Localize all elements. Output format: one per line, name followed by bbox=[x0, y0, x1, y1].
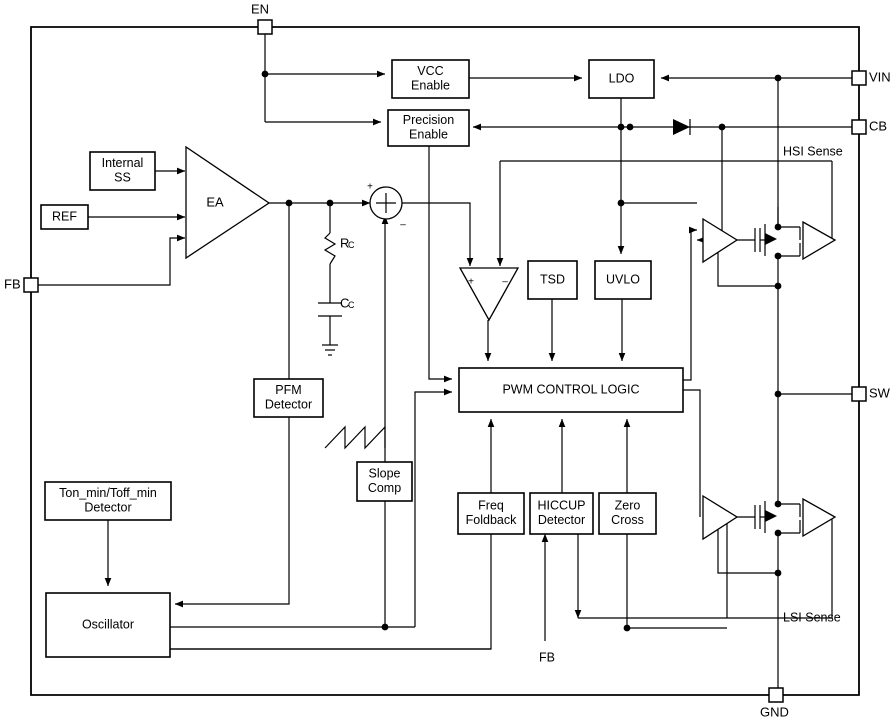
error-amplifier: EA bbox=[185, 145, 271, 260]
pin-fb[interactable]: FB bbox=[4, 276, 39, 293]
block-label-internal_ss: SS bbox=[114, 171, 131, 185]
pin-label-fb: FB bbox=[4, 276, 21, 291]
block-label-ton_toff: Detector bbox=[84, 501, 131, 515]
block-label-oscillator: Oscillator bbox=[82, 617, 134, 631]
block-label-freq_fold: Foldback bbox=[466, 513, 517, 527]
pin-gnd[interactable]: GND bbox=[760, 687, 789, 719]
pin-sw[interactable]: SW bbox=[851, 385, 891, 402]
pin-en[interactable]: EN bbox=[251, 1, 273, 35]
block-label-tsd: TSD bbox=[540, 272, 565, 286]
block-label-zero_cross: Cross bbox=[611, 513, 644, 527]
block-label-vcc_enable: VCC bbox=[417, 64, 443, 78]
block-zero_cross: ZeroCross bbox=[598, 492, 657, 535]
block-label-precision_en: Enable bbox=[409, 128, 448, 142]
comparator-plus-sign: + bbox=[468, 277, 474, 288]
sawtooth-waveform-icon bbox=[324, 425, 386, 450]
rc-subscript: C bbox=[348, 240, 355, 250]
pin-label-gnd: GND bbox=[760, 704, 789, 719]
blocks-layer: VCCEnableLDOPrecisionEnableInternalSSREF… bbox=[40, 59, 684, 658]
annotation-lsi_sense: LSI Sense bbox=[783, 610, 841, 624]
block-slope_comp: SlopeComp bbox=[356, 461, 413, 502]
bootstrap-diode-icon bbox=[673, 119, 691, 135]
comparator-minus-sign: – bbox=[502, 277, 508, 288]
annotation-fb_bottom: FB bbox=[539, 650, 555, 664]
ea-label: EA bbox=[206, 194, 224, 209]
block-ldo: LDO bbox=[588, 59, 655, 99]
pwm-comparator: + – bbox=[458, 267, 520, 322]
block-label-uvlo: UVLO bbox=[606, 272, 640, 286]
functional-block-diagram: EA R C C C + – + – VCCEnableLDOPrecision… bbox=[4, 1, 891, 719]
block-label-slope_comp: Slope bbox=[369, 467, 401, 481]
block-label-freq_fold: Freq bbox=[478, 499, 504, 513]
cc-subscript: C bbox=[348, 300, 355, 310]
summer-plus-sign: + bbox=[367, 182, 373, 193]
junction-dots bbox=[261, 70, 782, 632]
block-label-ref: REF bbox=[52, 209, 77, 223]
block-label-pfm_detector: PFM bbox=[275, 383, 301, 397]
block-tsd: TSD bbox=[527, 260, 578, 300]
block-label-vcc_enable: Enable bbox=[411, 79, 450, 93]
block-label-pwm_logic: PWM CONTROL LOGIC bbox=[502, 382, 639, 396]
block-pfm_detector: PFMDetector bbox=[253, 378, 324, 418]
block-label-precision_en: Precision bbox=[403, 113, 454, 127]
high-side-sense-amp bbox=[802, 220, 837, 261]
summer-minus-sign: – bbox=[400, 220, 406, 231]
block-vcc_enable: VCCEnable bbox=[391, 59, 470, 99]
block-label-ldo: LDO bbox=[609, 71, 635, 85]
block-precision_en: PrecisionEnable bbox=[387, 109, 470, 147]
block-hiccup: HICCUPDetector bbox=[529, 492, 594, 535]
block-ref: REF bbox=[40, 204, 89, 230]
high-side-driver bbox=[702, 217, 739, 264]
block-diagram-page: EA R C C C + – + – VCC Enable LDO Precis… bbox=[0, 0, 891, 723]
low-side-driver bbox=[702, 494, 739, 541]
compensation-capacitor-cc: C C bbox=[318, 295, 355, 317]
block-label-zero_cross: Zero bbox=[615, 499, 641, 513]
block-ton_toff: Ton_min/Toff_minDetector bbox=[44, 481, 172, 521]
pin-label-en: EN bbox=[251, 1, 269, 16]
pin-label-cb: CB bbox=[869, 118, 887, 133]
block-label-internal_ss: Internal bbox=[102, 156, 144, 170]
block-label-pfm_detector: Detector bbox=[265, 398, 312, 412]
block-label-slope_comp: Comp bbox=[368, 481, 401, 495]
low-side-sense-amp bbox=[802, 497, 837, 538]
summing-junction: + – bbox=[367, 182, 406, 231]
annotation-hsi_sense: HSI Sense bbox=[783, 144, 843, 158]
compensation-resistor-rc: R C bbox=[323, 232, 355, 265]
block-label-hiccup: Detector bbox=[538, 513, 585, 527]
block-label-hiccup: HICCUP bbox=[538, 499, 586, 513]
block-internal_ss: InternalSS bbox=[89, 151, 156, 191]
block-oscillator: Oscillator bbox=[45, 592, 171, 658]
block-freq_fold: FreqFoldback bbox=[457, 492, 525, 535]
block-label-ton_toff: Ton_min/Toff_min bbox=[59, 486, 157, 500]
pin-label-vin: VIN bbox=[869, 69, 891, 84]
pin-label-sw: SW bbox=[869, 385, 891, 400]
pin-cb[interactable]: CB bbox=[851, 118, 887, 135]
pin-vin[interactable]: VIN bbox=[851, 69, 891, 86]
block-pwm_logic: PWM CONTROL LOGIC bbox=[458, 367, 684, 413]
block-uvlo: UVLO bbox=[594, 260, 652, 300]
